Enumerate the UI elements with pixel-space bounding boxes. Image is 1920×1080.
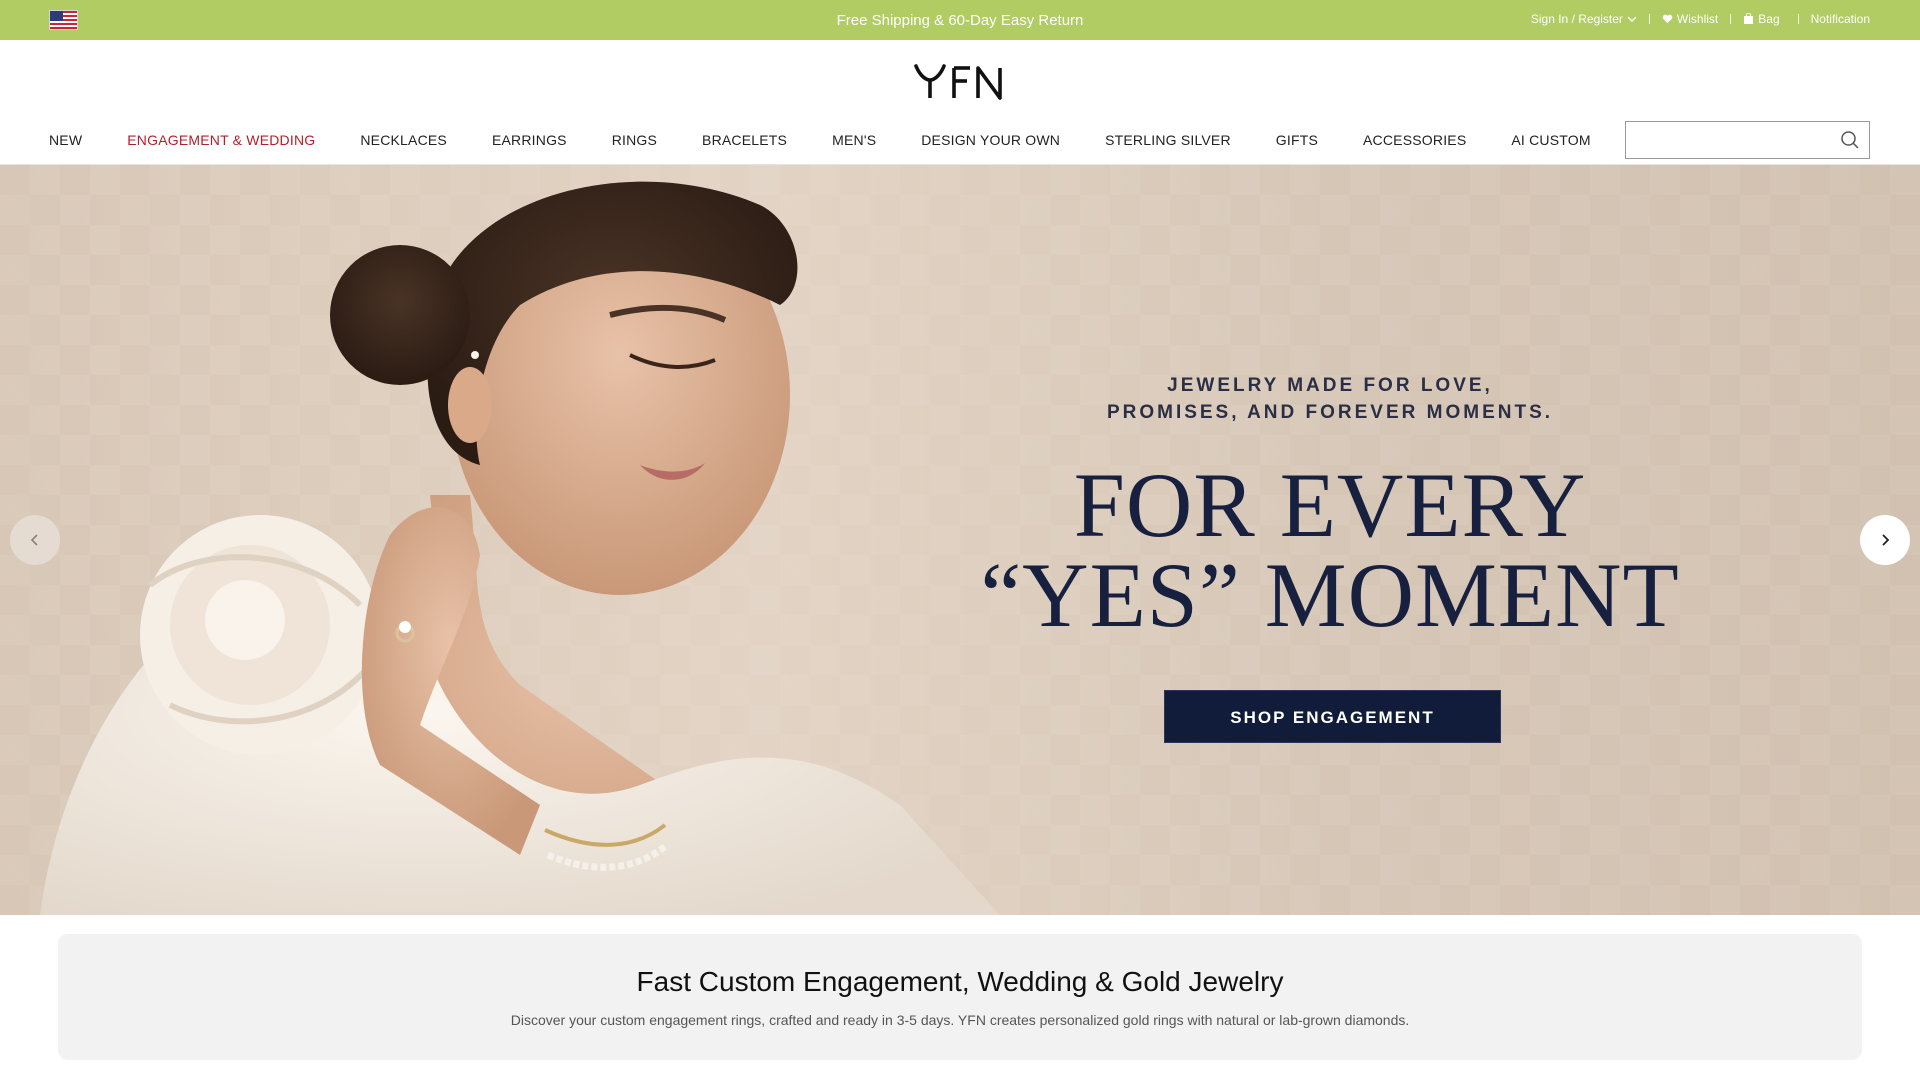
divider <box>1797 14 1799 24</box>
utility-links: Sign In / Register Wishlist Bag Notifica… <box>1531 12 1870 26</box>
nav-item-earrings[interactable]: EARRINGS <box>492 132 567 148</box>
hero-eyebrow-text: JEWELRY MADE FOR LOVE, PROMISES, AND FOR… <box>1106 375 1554 423</box>
nav-item-engagement-wedding[interactable]: ENGAGEMENT & WEDDING <box>127 132 315 148</box>
heart-icon <box>1662 14 1673 24</box>
chevron-down-icon <box>1627 15 1637 23</box>
intro-heading: Fast Custom Engagement, Wedding & Gold J… <box>636 966 1284 997</box>
nav-item-mens[interactable]: MEN'S <box>832 132 876 148</box>
hero-banner: JEWELRY MADE FOR LOVE, PROMISES, AND FOR… <box>0 165 1920 915</box>
main-nav: NEW ENGAGEMENT & WEDDING NECKLACES EARRI… <box>49 122 1636 158</box>
nav-item-sterling-silver[interactable]: STERLING SILVER <box>1105 132 1231 148</box>
nav-item-bracelets[interactable]: BRACELETS <box>702 132 787 148</box>
nav-item-gifts[interactable]: GIFTS <box>1276 132 1318 148</box>
notification-link[interactable]: Notification <box>1811 12 1870 26</box>
nav-item-necklaces[interactable]: NECKLACES <box>360 132 447 148</box>
intro-description: Discover your custom engagement rings, c… <box>510 1012 1410 1028</box>
search-input[interactable] <box>1626 122 1831 158</box>
sign-in-label: Sign In / Register <box>1530 12 1623 26</box>
wishlist-link[interactable]: Wishlist <box>1662 12 1718 26</box>
chevron-left-icon <box>30 534 38 546</box>
bag-label: Bag <box>1758 12 1780 26</box>
logo-mark <box>914 64 1002 100</box>
sign-in-register-link[interactable]: Sign In / Register <box>1531 12 1637 26</box>
hero-title: FOR EVERY “YES” MOMENT <box>980 454 1680 646</box>
bag-link[interactable]: Bag <box>1743 12 1780 26</box>
shop-engagement-button[interactable]: SHOP ENGAGEMENT <box>1164 690 1501 743</box>
notification-label: Notification <box>1810 12 1870 26</box>
nav-item-ai-custom[interactable]: AI CUSTOM <box>1511 132 1590 148</box>
divider <box>1648 14 1650 24</box>
search-icon[interactable] <box>1840 130 1860 150</box>
nav-item-rings[interactable]: RINGS <box>612 132 657 148</box>
intro-panel: Fast Custom Engagement, Wedding & Gold J… <box>58 934 1862 1060</box>
nav-item-new[interactable]: NEW <box>49 132 82 148</box>
bag-icon <box>1743 13 1754 25</box>
nav-item-design-your-own[interactable]: DESIGN YOUR OWN <box>921 132 1060 148</box>
divider <box>1730 14 1732 24</box>
hero-model-image <box>40 181 1000 915</box>
top-announcement-bar: Free Shipping & 60-Day Easy Return Sign … <box>0 0 1920 40</box>
wishlist-label: Wishlist <box>1676 12 1719 26</box>
search-box <box>1625 121 1870 159</box>
nav-item-accessories[interactable]: ACCESSORIES <box>1363 132 1466 148</box>
carousel-next-button[interactable] <box>1860 515 1910 565</box>
chevron-right-icon <box>1882 534 1890 546</box>
carousel-prev-button[interactable] <box>10 515 60 565</box>
yfn-logo[interactable] <box>910 62 1010 102</box>
